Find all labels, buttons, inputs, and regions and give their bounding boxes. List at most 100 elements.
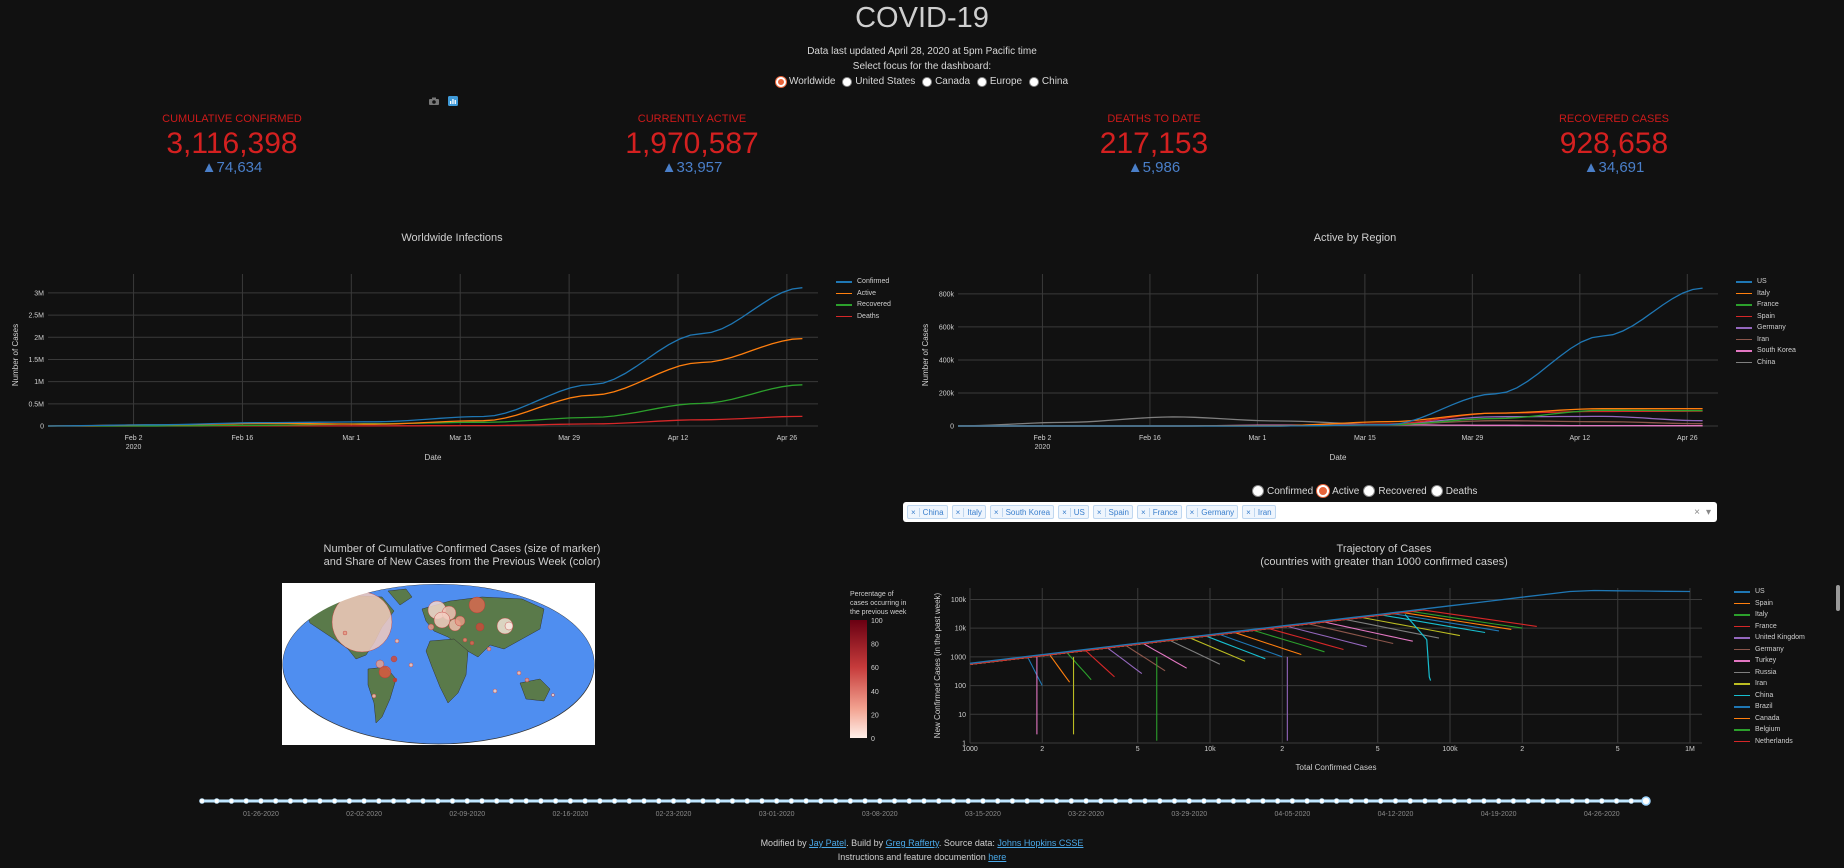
radio-icon[interactable] [1363,485,1376,497]
country-bubble [371,693,377,699]
plotly-logo-icon[interactable] [448,96,458,106]
chip-germany[interactable]: × Germany [1185,505,1239,519]
legend-item-france[interactable]: France [1736,299,1796,311]
trajectory-line [969,635,1266,665]
chip-china[interactable]: × China [907,505,948,519]
legend-item-south-korea[interactable]: South Korea [1736,345,1796,357]
worldwide-infections-chart[interactable]: Feb 2 2020 Feb 16 Mar 1 Mar 15 Mar 29 Apr 12 Ap… [0,268,830,473]
legend-item-canada[interactable]: Canada [1734,713,1805,725]
chip-france[interactable]: × France [1137,505,1182,519]
legend-item-confirmed[interactable]: Confirmed [836,276,891,288]
legend-item-us[interactable]: US [1734,586,1805,598]
date-slider[interactable]: 01-26-2020 02-02-2020 02-09-2020 02-16-2020… [190,790,1660,820]
chip-south-korea[interactable]: × South Korea [989,505,1055,519]
focus-worldwide[interactable]: Worldwide [775,76,835,87]
remove-icon[interactable]: × [1243,507,1255,517]
focus-united-states[interactable]: United States [842,76,915,87]
legend-item-netherlands[interactable]: Netherlands [1734,736,1805,748]
world-bubble-map[interactable] [282,583,595,745]
radio-icon[interactable] [922,76,933,87]
chevron-down-icon[interactable]: ▾ [1706,507,1711,518]
focus-canada[interactable]: Canada [922,76,970,87]
focus-prompt: Select focus for the dashboard: [852,61,992,72]
author-link-greg-rafferty[interactable]: Greg Rafferty [886,838,939,848]
country-bubble [390,655,398,663]
country-multiselect[interactable]: × China × Italy × South Korea × US × Spain × F… [903,502,1717,522]
legend-item-recovered[interactable]: Recovered [836,299,891,311]
chip-us[interactable]: × US [1058,505,1089,519]
legend-item-russia[interactable]: Russia [1734,667,1805,679]
remove-icon[interactable]: × [1187,507,1199,517]
legend-item-deaths[interactable]: Deaths [836,311,891,323]
legend-item-china[interactable]: China [1734,690,1805,702]
trajectory-chart[interactable]: 1000 2 5 10k 2 5 100k 2 5 1M100k10k1000100101Tota… [930,578,1730,783]
x-tick-label: 2 [1520,746,1524,753]
metric-confirmed[interactable]: Confirmed [1252,485,1313,497]
legend-item-italy[interactable]: Italy [1734,609,1805,621]
legend-label: France [1757,301,1779,309]
chip-italy[interactable]: × Italy [951,505,986,519]
docs-link[interactable]: here [988,852,1006,862]
legend-item-us[interactable]: US [1736,276,1796,288]
radio-icon[interactable] [842,76,853,87]
chip-spain[interactable]: × Spain [1092,505,1134,519]
author-link-jay-patel[interactable]: Jay Patel [809,838,846,848]
trajectory-line [969,639,1221,665]
legend-item-belgium[interactable]: Belgium [1734,724,1805,736]
focus-europe[interactable]: Europe [976,76,1022,87]
page-scrollbar-thumb[interactable] [1836,585,1840,611]
metric-active[interactable]: Active [1317,485,1359,497]
trajectory-title: Trajectory of Cases (countries with grea… [1260,543,1508,568]
legend-item-france[interactable]: France [1734,621,1805,633]
active-by-region-chart[interactable]: Feb 2 2020 Feb 16 Mar 1 Mar 15 Mar 29 Apr 12 Ap… [900,268,1730,473]
legend-item-iran[interactable]: Iran [1734,678,1805,690]
x-axis-label: Date [425,453,442,462]
country-bubble [394,638,400,644]
focus-china[interactable]: China [1028,76,1068,87]
legend-item-china[interactable]: China [1736,357,1796,369]
x-tick-label: Feb 2 [125,435,143,442]
slider-dot [832,798,839,804]
legend-swatch [1736,327,1752,329]
camera-icon[interactable] [428,96,440,106]
remove-icon[interactable]: × [908,507,920,517]
trajectory-legend[interactable]: US Spain Italy France United Kingdom Germany T… [1734,586,1805,747]
legend-item-spain[interactable]: Spain [1736,311,1796,323]
legend-item-active[interactable]: Active [836,288,891,300]
metric-deaths[interactable]: Deaths [1430,485,1477,497]
clear-icon[interactable]: × [1694,507,1700,518]
source-link-jhu-csse[interactable]: Johns Hopkins CSSE [997,838,1083,848]
radio-icon[interactable] [1430,485,1443,497]
legend-item-spain[interactable]: Spain [1734,598,1805,610]
radio-icon[interactable] [1317,485,1330,497]
radio-icon[interactable] [1252,485,1264,497]
slider-dot [1127,798,1134,804]
remove-icon[interactable]: × [953,507,965,517]
remove-icon[interactable]: × [1138,507,1150,517]
radio-icon[interactable] [775,76,786,87]
legend-label: Spain [1757,312,1775,320]
remove-icon[interactable]: × [1094,507,1106,517]
chip-iran[interactable]: × Iran [1242,505,1276,519]
slider-tick-label: 03-08-2020 [862,811,898,818]
colorbar-tick-label: 80 [871,642,879,649]
radio-icon[interactable] [1028,76,1039,87]
slider-dot [449,798,456,804]
remove-icon[interactable]: × [991,507,1003,517]
legend-swatch [1736,338,1752,340]
legend-item-germany[interactable]: Germany [1734,644,1805,656]
legend-item-brazil[interactable]: Brazil [1734,701,1805,713]
legend-item-germany[interactable]: Germany [1736,322,1796,334]
legend-item-united-kingdom[interactable]: United Kingdom [1734,632,1805,644]
worldwide-legend[interactable]: Confirmed Active Recovered Deaths [836,276,891,322]
remove-icon[interactable]: × [1059,507,1071,517]
slider-dot [1628,798,1635,804]
active-region-legend[interactable]: US Italy France Spain Germany Iran South Korea… [1736,276,1796,368]
slider-dot [1481,798,1487,804]
legend-label: France [1755,622,1777,630]
radio-icon[interactable] [976,76,987,87]
legend-item-turkey[interactable]: Turkey [1734,655,1805,667]
legend-item-iran[interactable]: Iran [1736,334,1796,346]
legend-item-italy[interactable]: Italy [1736,288,1796,300]
metric-recovered[interactable]: Recovered [1363,485,1427,497]
